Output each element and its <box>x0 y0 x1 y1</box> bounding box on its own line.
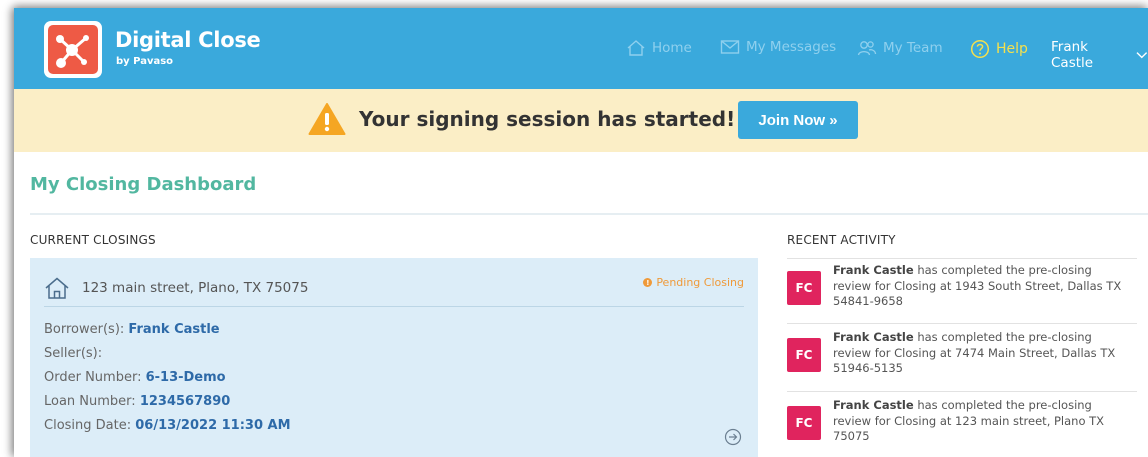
seller-label: Seller(s): <box>44 346 103 361</box>
home-icon <box>627 40 645 56</box>
avatar: FC <box>787 338 821 372</box>
loan-label: Loan Number: <box>44 394 136 409</box>
loan-row: Loan Number: 1234567890 <box>44 394 230 409</box>
info-icon: ! <box>643 278 653 287</box>
recent-activity-heading: RECENT ACTIVITY <box>787 233 896 247</box>
order-value: 6-13-Demo <box>145 370 226 385</box>
brand-title: Digital Close <box>115 28 261 52</box>
nav-team[interactable]: My Team <box>857 39 943 57</box>
user-menu[interactable]: Frank Castle <box>1051 39 1148 71</box>
banner-message: Your signing session has started! <box>359 107 736 131</box>
chevron-down-icon <box>1136 52 1148 59</box>
activity-item[interactable]: FC Frank Castle has completed the pre-cl… <box>787 394 1137 457</box>
activity-text: Frank Castle has completed the pre-closi… <box>833 330 1133 377</box>
closing-card[interactable]: 123 main street, Plano, TX 75075 ! Pendi… <box>30 258 758 457</box>
activity-item[interactable]: FC Frank Castle has completed the pre-cl… <box>787 258 1137 324</box>
status-badge: ! Pending Closing <box>643 276 744 289</box>
activity-text: Frank Castle has completed the pre-closi… <box>833 398 1133 445</box>
order-label: Order Number: <box>44 370 142 385</box>
closing-date-value: 06/13/2022 11:30 AM <box>135 418 291 433</box>
join-now-button[interactable]: Join Now » <box>738 101 858 139</box>
borrower-value: Frank Castle <box>128 322 220 337</box>
page-title: My Closing Dashboard <box>30 174 257 195</box>
order-row: Order Number: 6-13-Demo <box>44 370 226 385</box>
nav-messages-label: My Messages <box>746 39 837 55</box>
current-closings-heading: CURRENT CLOSINGS <box>30 233 156 247</box>
app-window: Digital Close by Pavaso Home My Messages… <box>14 8 1148 457</box>
arrow-right-circle-icon[interactable] <box>724 428 742 446</box>
activity-user: Frank Castle <box>833 330 914 344</box>
session-banner: Your signing session has started! Join N… <box>14 89 1148 152</box>
avatar: FC <box>787 406 821 440</box>
closing-date-label: Closing Date: <box>44 418 132 433</box>
pavaso-logo-icon[interactable] <box>44 21 102 78</box>
nav-help[interactable]: Help <box>970 39 1028 59</box>
title-divider <box>30 213 1148 215</box>
closing-date-row: Closing Date: 06/13/2022 11:30 AM <box>44 418 291 433</box>
seller-row: Seller(s): <box>44 346 102 361</box>
nav-help-label: Help <box>996 41 1028 57</box>
activity-user: Frank Castle <box>833 398 914 412</box>
borrower-row: Borrower(s): Frank Castle <box>44 322 220 337</box>
house-icon <box>45 277 69 299</box>
activity-text: Frank Castle has completed the pre-closi… <box>833 263 1133 310</box>
brand-subtitle: by Pavaso <box>116 56 174 67</box>
loan-value: 1234567890 <box>139 394 231 409</box>
activity-item[interactable]: FC Frank Castle has completed the pre-cl… <box>787 326 1137 392</box>
top-header: Digital Close by Pavaso Home My Messages… <box>14 8 1148 89</box>
nav-home[interactable]: Home <box>626 39 692 57</box>
card-divider <box>44 306 744 307</box>
status-label: Pending Closing <box>656 276 744 289</box>
nav-home-label: Home <box>652 40 692 56</box>
nav-team-label: My Team <box>883 40 943 56</box>
user-name: Frank Castle <box>1051 39 1094 71</box>
borrower-label: Borrower(s): <box>44 322 125 337</box>
team-icon <box>857 41 877 56</box>
help-icon <box>970 39 990 59</box>
activity-user: Frank Castle <box>833 263 914 277</box>
closing-address: 123 main street, Plano, TX 75075 <box>82 280 309 296</box>
avatar: FC <box>787 271 821 305</box>
envelope-icon <box>720 40 740 54</box>
warning-icon <box>308 103 346 135</box>
nav-messages[interactable]: My Messages <box>720 39 836 55</box>
